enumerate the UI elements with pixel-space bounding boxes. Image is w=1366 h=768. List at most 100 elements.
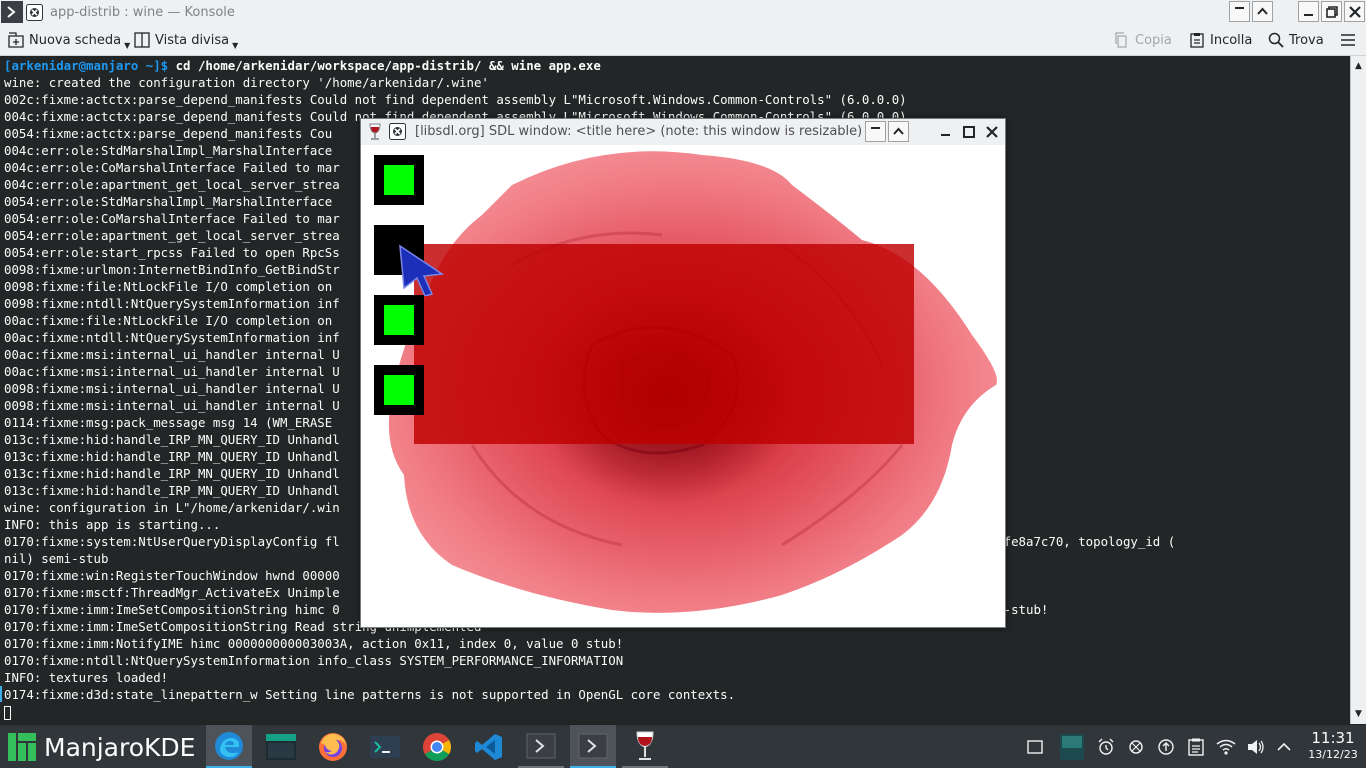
window-menu-icon[interactable] [25, 3, 44, 22]
volume-icon [1248, 740, 1264, 754]
konsole-titlebar[interactable]: app-distrib : wine — Konsole [0, 0, 1366, 24]
line-marker [0, 686, 2, 702]
konsole-toolbar: Nuova scheda ▼ Vista divisa ▼ Copia Inco… [0, 24, 1366, 56]
paste-button[interactable]: Incolla [1189, 24, 1252, 56]
task-firefox[interactable] [310, 725, 356, 768]
alarm-icon [1098, 738, 1114, 755]
minimize-button[interactable] [935, 121, 956, 142]
hamburger-menu-icon [1341, 34, 1355, 46]
red-overlay-rectangle [414, 244, 914, 444]
konsole-app-icon[interactable] [1, 1, 23, 23]
hamburger-menu-button[interactable] [1340, 24, 1356, 56]
chrome-icon [423, 733, 451, 761]
vscode-icon [475, 734, 502, 760]
tray-wifi[interactable] [1213, 725, 1239, 768]
chevron-up-icon [1257, 7, 1268, 15]
tray-updates[interactable] [1153, 725, 1179, 768]
wine-glass-icon [636, 731, 654, 760]
clock-time: 11:31 [1311, 729, 1355, 747]
digital-clock[interactable]: 11:31 13/12/23 [1300, 729, 1366, 763]
terminal-scrollbar[interactable]: ▲ ▼ [1350, 56, 1366, 724]
sprite-green-fill [384, 305, 414, 335]
taskbar: ManjaroKDE 11:31 13/12/23 [0, 724, 1366, 768]
copy-icon [1114, 32, 1130, 48]
maximize-button[interactable] [958, 121, 979, 142]
dropdown-arrow-icon: ▼ [124, 41, 131, 50]
terminal-line: INFO: textures loaded! [4, 670, 169, 685]
task-konsole-1[interactable] [518, 725, 564, 768]
keep-below-button[interactable] [865, 121, 886, 142]
sprite-square [374, 365, 424, 415]
prompt-user: [arkenidar@manjaro ~]$ [4, 58, 169, 73]
dropdown-arrow-icon: ▼ [232, 41, 239, 50]
copy-label: Copia [1135, 32, 1172, 48]
minimize-button[interactable] [1298, 1, 1319, 22]
prompt-command: cd /home/arkenidar/workspace/app-distrib… [168, 58, 601, 73]
task-edge[interactable] [206, 725, 252, 768]
scroll-up-arrow-icon[interactable]: ▲ [1351, 58, 1366, 74]
restore-button[interactable] [1321, 1, 1342, 22]
konsole-icon [578, 733, 608, 758]
edge-icon [215, 731, 243, 760]
tray-alarm[interactable] [1093, 725, 1119, 768]
task-chrome[interactable] [414, 725, 460, 768]
task-wine-app[interactable] [622, 725, 668, 768]
restore-icon [1325, 5, 1338, 18]
virtual-desktop-pager-icon [1060, 734, 1084, 760]
sprite-square [374, 155, 424, 205]
window-menu-icon[interactable] [389, 123, 406, 144]
sdl-canvas[interactable] [362, 145, 1004, 627]
close-button[interactable] [1344, 1, 1365, 22]
settings-network-icon [1129, 740, 1143, 754]
chevron-up-icon [893, 127, 904, 135]
find-label: Trova [1289, 32, 1324, 48]
keep-above-button[interactable] [1252, 1, 1273, 22]
application-launcher[interactable]: ManjaroKDE [0, 725, 195, 768]
wine-glass-icon[interactable] [367, 123, 383, 145]
terminal-line: 0170:fixme:imm:NotifyIME himc 0000000000… [4, 636, 624, 651]
wifi-icon [1216, 739, 1236, 755]
maximize-icon [962, 125, 975, 138]
window-title: app-distrib : wine — Konsole [50, 4, 235, 20]
split-view-label: Vista divisa [155, 32, 230, 48]
terminal-line: 0174:fixme:d3d:state_linepattern_w Setti… [4, 687, 736, 702]
split-view-icon [134, 32, 150, 48]
minimize-icon [1304, 14, 1313, 16]
split-view-button[interactable]: Vista divisa ▼ [134, 24, 238, 56]
manjaro-logo-icon [8, 733, 36, 761]
sdl-window-titlebar[interactable]: [libsdl.org] SDL window: <title here> (n… [361, 119, 1005, 145]
tray-clipboard[interactable] [1183, 725, 1209, 768]
find-button[interactable]: Trova [1268, 24, 1324, 56]
new-tab-button[interactable]: Nuova scheda ▼ [8, 24, 130, 56]
keep-above-button[interactable] [888, 121, 909, 142]
task-konsole-2[interactable] [570, 725, 616, 768]
minus-icon [1235, 7, 1244, 9]
copy-button[interactable]: Copia [1114, 24, 1172, 56]
clock-date: 13/12/23 [1308, 748, 1358, 761]
tray-pager[interactable] [1058, 725, 1086, 768]
sprite-green-fill [384, 375, 414, 405]
close-icon [1348, 5, 1361, 18]
sdl-window[interactable]: [libsdl.org] SDL window: <title here> (n… [360, 118, 1006, 628]
firefox-icon [319, 733, 347, 761]
update-icon [1158, 739, 1174, 755]
task-file-manager[interactable] [258, 725, 304, 768]
terminal-line: 0170:fixme:ntdll:NtQuerySystemInformatio… [4, 653, 624, 668]
task-terminal-app[interactable] [362, 725, 408, 768]
close-icon [985, 125, 998, 138]
search-icon [1268, 32, 1284, 48]
keep-below-button[interactable] [1229, 1, 1250, 22]
tray-network-manager[interactable] [1123, 725, 1149, 768]
terminal-line: 002c:fixme:actctx:parse_depend_manifests… [4, 92, 907, 107]
scroll-down-arrow-icon[interactable]: ▼ [1351, 706, 1366, 722]
tray-volume[interactable] [1243, 725, 1269, 768]
new-tab-label: Nuova scheda [29, 32, 122, 48]
show-desktop-icon [1027, 740, 1043, 754]
start-label: ManjaroKDE [44, 732, 196, 762]
task-vscode[interactable] [466, 725, 512, 768]
tray-show-desktop[interactable] [1022, 725, 1048, 768]
tray-expand[interactable] [1271, 725, 1297, 768]
close-button[interactable] [981, 121, 1002, 142]
minimize-icon [941, 134, 950, 136]
paste-icon [1189, 32, 1205, 48]
